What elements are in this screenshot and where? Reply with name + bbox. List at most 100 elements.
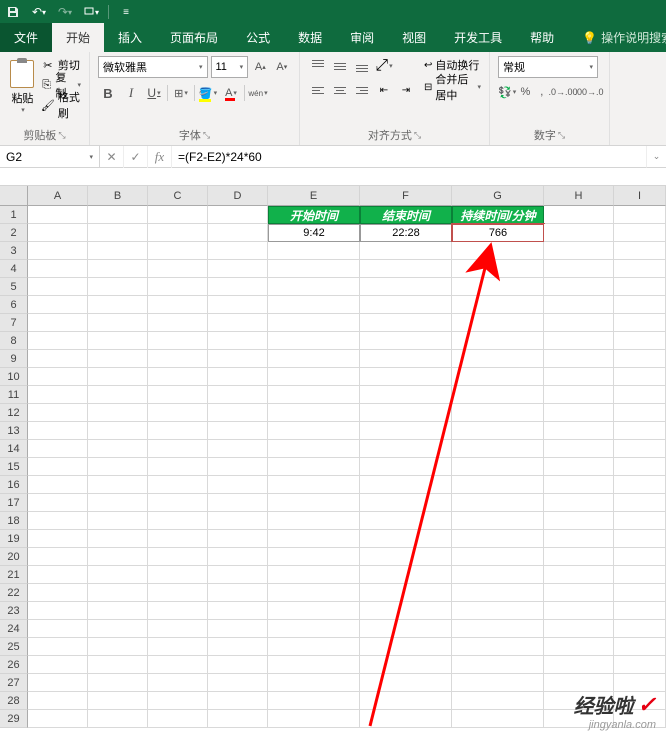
cell-G27[interactable]	[452, 674, 544, 692]
cell-H16[interactable]	[544, 476, 614, 494]
cell-C4[interactable]	[148, 260, 208, 278]
cell-I19[interactable]	[614, 530, 666, 548]
cell-G29[interactable]	[452, 710, 544, 728]
cell-F13[interactable]	[360, 422, 452, 440]
cell-C8[interactable]	[148, 332, 208, 350]
increase-indent-button[interactable]: ⇥	[396, 80, 416, 100]
cell-A17[interactable]	[28, 494, 88, 512]
cell-H6[interactable]	[544, 296, 614, 314]
row-header-15[interactable]: 15	[0, 458, 28, 476]
cell-E22[interactable]	[268, 584, 360, 602]
cell-E7[interactable]	[268, 314, 360, 332]
column-header-C[interactable]: C	[148, 186, 208, 206]
cell-F2[interactable]: 22:28	[360, 224, 452, 242]
cell-A3[interactable]	[28, 242, 88, 260]
bold-button[interactable]: B	[98, 82, 118, 104]
underline-button[interactable]: U▾	[144, 82, 164, 104]
tab-view[interactable]: 视图	[388, 23, 440, 52]
cell-C10[interactable]	[148, 368, 208, 386]
cell-B18[interactable]	[88, 512, 148, 530]
row-header-24[interactable]: 24	[0, 620, 28, 638]
increase-font-button[interactable]: A▴	[251, 56, 269, 78]
cell-H15[interactable]	[544, 458, 614, 476]
cell-I24[interactable]	[614, 620, 666, 638]
cell-I16[interactable]	[614, 476, 666, 494]
cell-C22[interactable]	[148, 584, 208, 602]
decrease-indent-button[interactable]: ⇤	[374, 80, 394, 100]
cell-A20[interactable]	[28, 548, 88, 566]
cell-A11[interactable]	[28, 386, 88, 404]
cell-B29[interactable]	[88, 710, 148, 728]
select-all-corner[interactable]	[0, 186, 28, 206]
cell-F4[interactable]	[360, 260, 452, 278]
cell-A16[interactable]	[28, 476, 88, 494]
cell-F8[interactable]	[360, 332, 452, 350]
row-header-13[interactable]: 13	[0, 422, 28, 440]
row-header-8[interactable]: 8	[0, 332, 28, 350]
cell-G8[interactable]	[452, 332, 544, 350]
cell-B27[interactable]	[88, 674, 148, 692]
decrease-font-button[interactable]: A▾	[273, 56, 291, 78]
cell-D4[interactable]	[208, 260, 268, 278]
cell-D15[interactable]	[208, 458, 268, 476]
cell-H24[interactable]	[544, 620, 614, 638]
cell-B20[interactable]	[88, 548, 148, 566]
cell-C14[interactable]	[148, 440, 208, 458]
cell-A23[interactable]	[28, 602, 88, 620]
cell-H2[interactable]	[544, 224, 614, 242]
cell-G2[interactable]: 766	[452, 224, 544, 242]
cell-I1[interactable]	[614, 206, 666, 224]
cell-G9[interactable]	[452, 350, 544, 368]
cell-D26[interactable]	[208, 656, 268, 674]
cell-E12[interactable]	[268, 404, 360, 422]
row-header-14[interactable]: 14	[0, 440, 28, 458]
cell-H10[interactable]	[544, 368, 614, 386]
cell-C17[interactable]	[148, 494, 208, 512]
comma-button[interactable]: ,	[535, 82, 549, 102]
cell-H27[interactable]	[544, 674, 614, 692]
cell-I4[interactable]	[614, 260, 666, 278]
cell-A22[interactable]	[28, 584, 88, 602]
cell-A15[interactable]	[28, 458, 88, 476]
accept-formula-button[interactable]: ✓	[124, 146, 148, 168]
cell-E14[interactable]	[268, 440, 360, 458]
dialog-launcher-icon[interactable]: ⤡	[414, 130, 421, 141]
cell-A28[interactable]	[28, 692, 88, 710]
cell-F3[interactable]	[360, 242, 452, 260]
cell-I2[interactable]	[614, 224, 666, 242]
cell-D22[interactable]	[208, 584, 268, 602]
align-left-button[interactable]	[308, 80, 328, 100]
tab-help[interactable]: 帮助	[516, 23, 568, 52]
cell-I15[interactable]	[614, 458, 666, 476]
column-header-E[interactable]: E	[268, 186, 360, 206]
cell-I28[interactable]	[614, 692, 666, 710]
cell-C23[interactable]	[148, 602, 208, 620]
cell-D17[interactable]	[208, 494, 268, 512]
cell-A1[interactable]	[28, 206, 88, 224]
tab-search[interactable]: 💡操作说明搜索	[568, 23, 666, 52]
dialog-launcher-icon[interactable]: ⤡	[58, 130, 65, 141]
phonetic-button[interactable]: wén▾	[248, 82, 268, 104]
cell-A18[interactable]	[28, 512, 88, 530]
cell-G24[interactable]	[452, 620, 544, 638]
percent-button[interactable]: %	[518, 82, 532, 102]
undo-icon[interactable]: ↶▾	[30, 3, 48, 21]
format-painter-button[interactable]: 🖌格式刷	[41, 96, 81, 114]
column-header-H[interactable]: H	[544, 186, 614, 206]
cell-E6[interactable]	[268, 296, 360, 314]
save-icon[interactable]	[4, 3, 22, 21]
cell-H26[interactable]	[544, 656, 614, 674]
cell-D28[interactable]	[208, 692, 268, 710]
cell-F7[interactable]	[360, 314, 452, 332]
cell-C5[interactable]	[148, 278, 208, 296]
row-header-23[interactable]: 23	[0, 602, 28, 620]
column-header-D[interactable]: D	[208, 186, 268, 206]
cell-H11[interactable]	[544, 386, 614, 404]
cell-A4[interactable]	[28, 260, 88, 278]
cell-H20[interactable]	[544, 548, 614, 566]
cell-H28[interactable]	[544, 692, 614, 710]
cell-F10[interactable]	[360, 368, 452, 386]
cell-I27[interactable]	[614, 674, 666, 692]
row-header-5[interactable]: 5	[0, 278, 28, 296]
cell-B16[interactable]	[88, 476, 148, 494]
